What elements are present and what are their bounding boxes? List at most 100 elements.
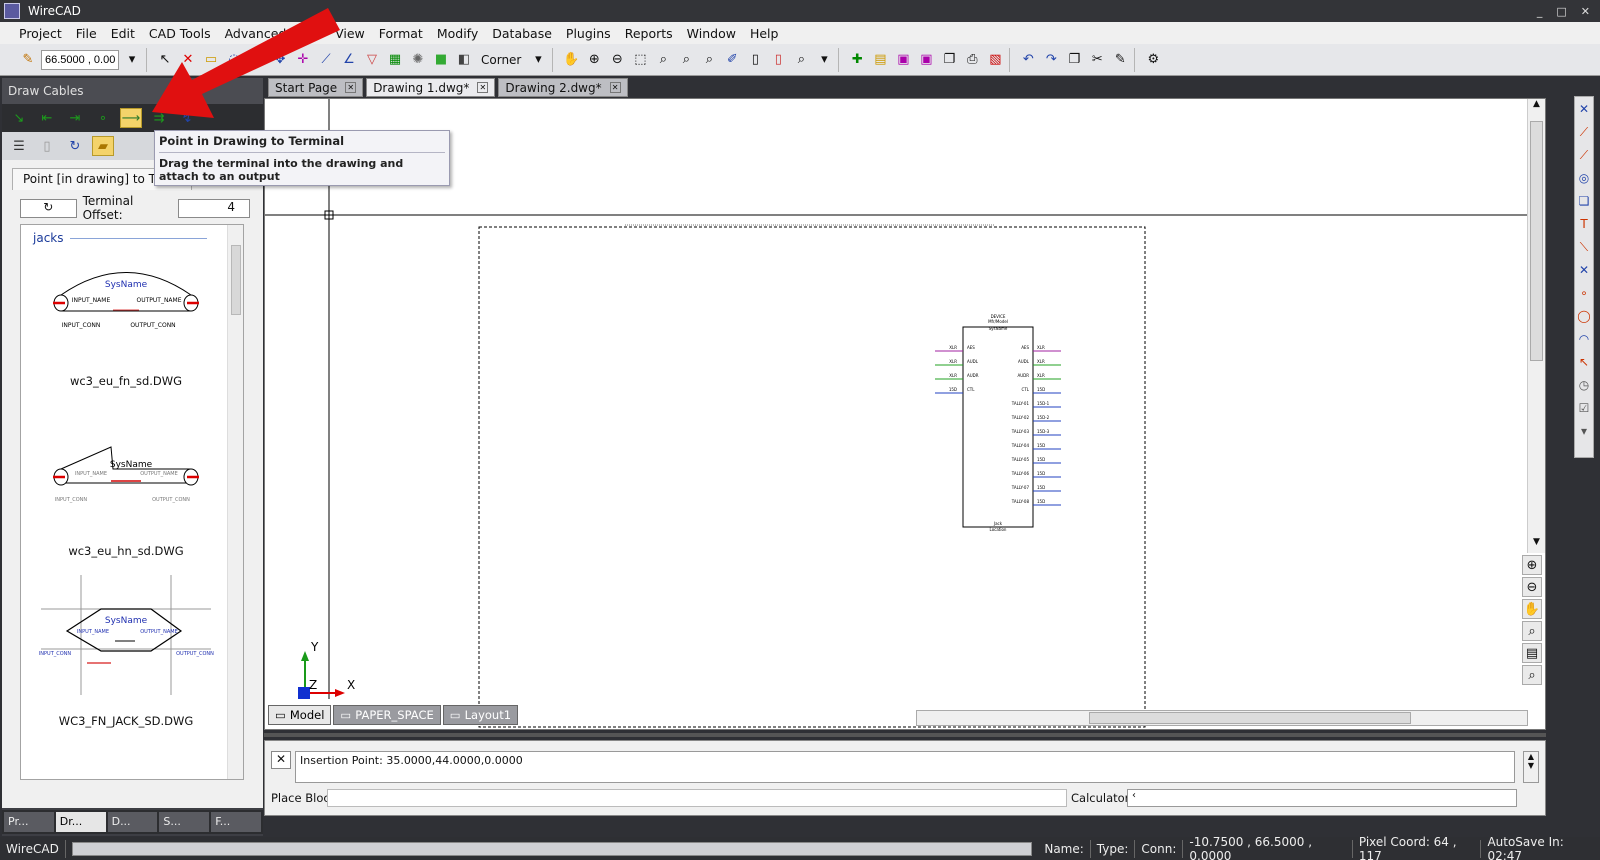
pen-icon[interactable]: ✎ <box>18 50 38 70</box>
menu-plugins[interactable]: Plugins <box>559 26 618 41</box>
gear-snap-icon[interactable]: ✺ <box>408 50 428 70</box>
tab-model[interactable]: ▭ Model <box>268 705 332 725</box>
snap-mode-select[interactable]: Corner <box>477 53 525 67</box>
menu-cad-tools[interactable]: CAD Tools <box>142 26 218 41</box>
cut-icon[interactable]: ✂ <box>1087 50 1107 70</box>
output-terminal-icon[interactable]: ⇤ <box>36 108 58 128</box>
splitter[interactable] <box>264 733 1546 737</box>
point-icon[interactable]: ∘ <box>1575 283 1593 303</box>
layer-icon[interactable]: ■ <box>431 50 451 70</box>
text-icon[interactable]: T <box>1575 214 1593 234</box>
page-icon[interactable]: ▯ <box>745 50 765 70</box>
line-icon[interactable]: ⟋ <box>316 50 336 70</box>
menu-help[interactable]: Help <box>743 26 786 41</box>
close-tab-icon[interactable]: ✕ <box>609 82 621 93</box>
clock-icon[interactable]: ◷ <box>1575 375 1593 395</box>
select-arrow-icon[interactable]: ↖ <box>155 50 175 70</box>
menu-project[interactable]: Project <box>12 26 69 41</box>
grid-icon[interactable]: ▦ <box>385 50 405 70</box>
dimension-icon[interactable]: ⟍ <box>1575 237 1593 257</box>
tab-paper-space[interactable]: ▭ PAPER_SPACE <box>333 705 441 725</box>
mirror-icon[interactable]: ⇋ <box>247 50 267 70</box>
snap-icon[interactable]: ✛ <box>293 50 313 70</box>
chevron-down-icon[interactable]: ▾ <box>528 50 548 70</box>
chevron-down-icon[interactable]: ▾ <box>814 50 834 70</box>
close-tab-icon[interactable]: ✕ <box>477 82 489 93</box>
menu-edit[interactable]: Edit <box>104 26 142 41</box>
chevron-down-icon[interactable]: ▾ <box>1575 421 1593 441</box>
tab-project[interactable]: Pr... <box>4 812 54 832</box>
drawing-canvas[interactable]: DEVICE Mfr/Model SysName Jack Location X… <box>264 98 1546 730</box>
pan-icon[interactable]: ✋ <box>561 50 581 70</box>
arc-icon[interactable]: ◠ <box>1575 329 1593 349</box>
leader-icon[interactable]: ↖ <box>1575 352 1593 372</box>
tab-systems[interactable]: S... <box>159 812 210 832</box>
copy-icon[interactable]: ❐ <box>1064 50 1084 70</box>
draw-cable-icon[interactable]: ↘ <box>8 108 30 128</box>
copy-page-icon[interactable]: ❐ <box>939 50 959 70</box>
delete-icon[interactable]: ✕ <box>178 50 198 70</box>
point-to-terminal-button[interactable]: ⟶ <box>120 108 142 128</box>
input-terminal-icon[interactable]: ⇥ <box>64 108 86 128</box>
menu-modify[interactable]: Modify <box>430 26 485 41</box>
terminal-offset-stepper[interactable]: 4 <box>177 198 250 218</box>
tab-start-page[interactable]: Start Page ✕ <box>268 78 364 97</box>
menu-database[interactable]: Database <box>485 26 559 41</box>
zoom-extents-icon[interactable]: ⌕ <box>653 50 673 70</box>
refresh-icon[interactable]: ↻ <box>64 136 86 156</box>
block-item[interactable]: SysName INPUT_NAME OUTPUT_NAME INPUT_CON… <box>31 575 221 728</box>
terminal-strip-icon[interactable]: ⇉ <box>148 108 170 128</box>
folder-icon[interactable]: ▰ <box>92 136 114 156</box>
category-header[interactable]: jacks <box>21 225 243 245</box>
find-icon[interactable]: ⌕ <box>791 50 811 70</box>
angle-icon[interactable]: ∠ <box>339 50 359 70</box>
node-icon[interactable]: ∘ <box>92 108 114 128</box>
tab-layout1[interactable]: ▭ Layout1 <box>442 705 519 725</box>
pan-hand-icon[interactable]: ✋ <box>1522 599 1542 619</box>
menu-file[interactable]: File <box>69 26 104 41</box>
scroll-down-icon[interactable]: ▼ <box>1528 537 1545 553</box>
ruler-icon[interactable]: ▤ <box>1522 643 1542 663</box>
tab-drawing-2[interactable]: Drawing 2.dwg* ✕ <box>498 78 628 97</box>
list-view-icon[interactable]: ☰ <box>8 136 30 156</box>
zoom-in-icon[interactable]: ⊕ <box>1522 555 1542 575</box>
trim-icon[interactable]: ✕ <box>1575 260 1593 280</box>
zoom-previous-icon[interactable]: ⌕ <box>676 50 696 70</box>
save-all-icon[interactable]: ▣ <box>916 50 936 70</box>
menu-view[interactable]: View <box>328 26 372 41</box>
chevron-down-icon[interactable]: ▾ <box>122 50 142 70</box>
ellipse-icon[interactable]: ◯ <box>1575 306 1593 326</box>
zoom-extents-icon[interactable]: ⌕ <box>1522 665 1542 685</box>
rectangle-icon[interactable]: ▭ <box>201 50 221 70</box>
maximize-button[interactable]: □ <box>1556 5 1566 18</box>
zoom-out-icon[interactable]: ⊖ <box>1522 577 1542 597</box>
open-icon[interactable]: ▤ <box>870 50 890 70</box>
zoom-out-icon[interactable]: ⊖ <box>607 50 627 70</box>
menu-window[interactable]: Window <box>680 26 743 41</box>
block-icon[interactable]: ❏ <box>1575 191 1593 211</box>
page-red-icon[interactable]: ▯ <box>768 50 788 70</box>
save-icon[interactable]: ▣ <box>893 50 913 70</box>
redo-icon[interactable]: ↷ <box>1041 50 1061 70</box>
tab-data[interactable]: D... <box>107 812 158 832</box>
block-item[interactable]: SysName INPUT_NAME OUTPUT_NAME INPUT_CON… <box>31 425 221 558</box>
polygon-icon[interactable]: ▽ <box>362 50 382 70</box>
drawing-svg[interactable]: DEVICE Mfr/Model SysName Jack Location X… <box>265 99 1527 729</box>
zoom-in-icon[interactable]: ⊕ <box>584 50 604 70</box>
menu-reports[interactable]: Reports <box>618 26 680 41</box>
menu-format[interactable]: Format <box>372 26 430 41</box>
move-icon[interactable]: ✥ <box>270 50 290 70</box>
calculator-input[interactable]: ‹ <box>1127 789 1517 807</box>
zoom-window-icon[interactable]: ⬚ <box>630 50 650 70</box>
paste-icon[interactable]: ✎ <box>1110 50 1130 70</box>
scroll-up-icon[interactable]: ▲ <box>1528 99 1545 115</box>
block-list-scrollbar[interactable] <box>227 225 243 779</box>
scrollbar-thumb[interactable] <box>1089 712 1411 724</box>
cable-link-icon[interactable]: ↯ <box>176 108 198 128</box>
canvas-horizontal-scrollbar[interactable] <box>916 710 1528 726</box>
lasso-icon[interactable]: ◌ <box>224 50 244 70</box>
device-block[interactable]: DEVICE Mfr/Model SysName Jack Location X… <box>935 314 1061 532</box>
filter-icon[interactable]: ▯ <box>36 136 58 156</box>
close-x-icon[interactable]: ✕ <box>1575 99 1593 119</box>
menu-advanced-tools[interactable]: Advanced Tools <box>218 26 329 41</box>
